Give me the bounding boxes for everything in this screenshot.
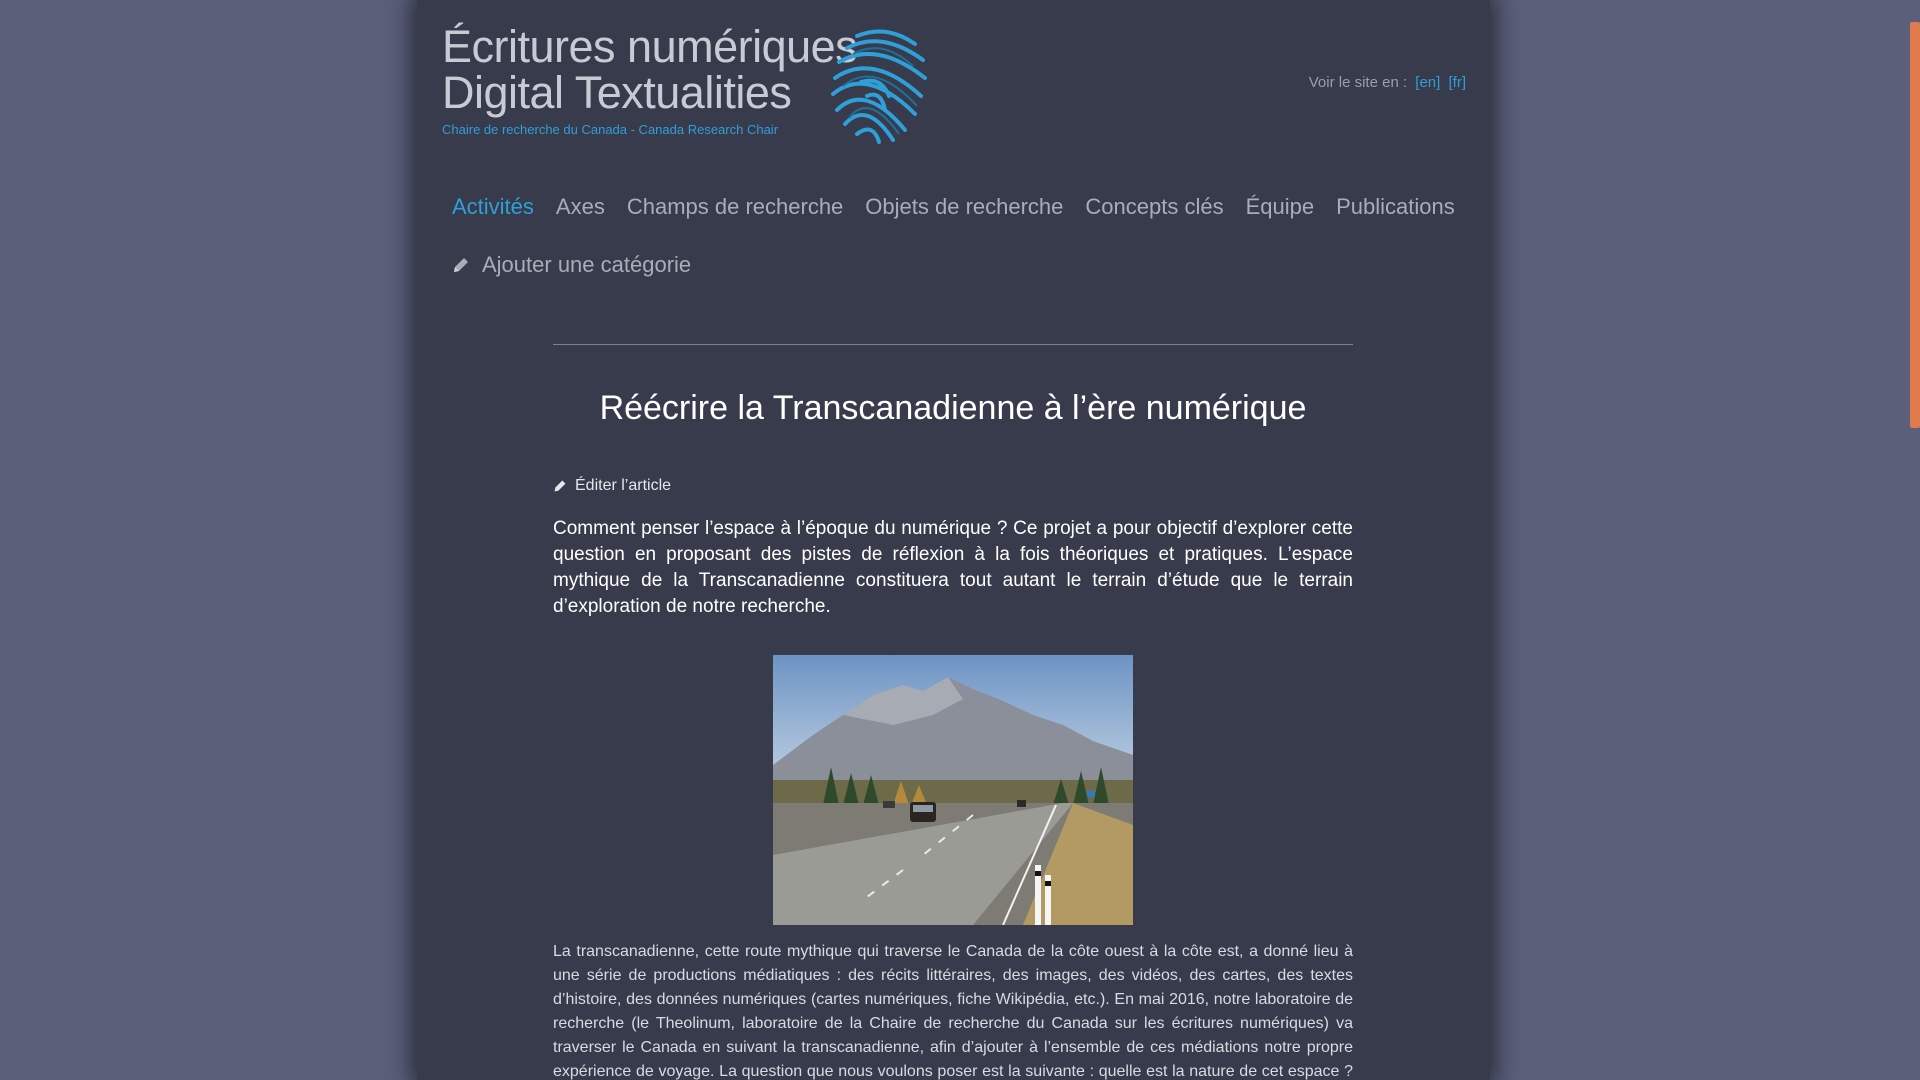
lang-en-link[interactable]: [en] — [1415, 74, 1440, 91]
article-title: Réécrire la Transcanadienne à l’ère numé… — [599, 389, 1307, 427]
edit-article-label: Éditer l’article — [575, 477, 672, 494]
logo-title-en: Digital Textualities — [442, 67, 792, 118]
article-image — [773, 655, 1133, 925]
highway-mountain-photo — [773, 655, 1133, 925]
main-nav: Activités Axes Champs de recherche Objet… — [452, 194, 1455, 220]
edit-article-link[interactable]: Éditer l’article — [553, 477, 671, 495]
nav-item-publications[interactable]: Publications — [1336, 194, 1455, 220]
nav-item-activites[interactable]: Activités — [452, 194, 534, 220]
article-body: La transcanadienne, cette route mythique… — [553, 943, 1353, 1080]
pencil-icon — [454, 258, 468, 272]
language-label: Voir le site en : — [1308, 74, 1408, 91]
fingerprint-logo-icon — [831, 29, 927, 144]
pencil-icon — [554, 480, 566, 492]
site-logo[interactable]: Écritures numériques Digital Textualitie… — [442, 21, 858, 138]
nav-item-axes[interactable]: Axes — [556, 194, 605, 220]
content-divider — [553, 344, 1353, 345]
add-category-label: Ajouter une catégorie — [482, 252, 692, 277]
lang-fr-link[interactable]: [fr] — [1449, 74, 1467, 91]
page-container: Écritures numériques Digital Textualitie… — [417, 0, 1490, 1080]
article-lead: Comment penser l’espace à l’époque du nu… — [553, 518, 1353, 617]
nav-item-objets[interactable]: Objets de recherche — [865, 194, 1063, 220]
language-switcher: Voir le site en : [en] [fr] — [1309, 74, 1466, 91]
logo-title-fr: Écritures numériques — [442, 21, 858, 72]
logo-subtitle: Chaire de recherche du Canada - Canada R… — [442, 122, 779, 137]
nav-item-equipe[interactable]: Équipe — [1246, 194, 1315, 220]
add-category-link[interactable]: Ajouter une catégorie — [452, 252, 691, 278]
nav-item-concepts[interactable]: Concepts clés — [1085, 194, 1223, 220]
nav-item-champs[interactable]: Champs de recherche — [627, 194, 843, 220]
scrollbar[interactable] — [1910, 0, 1920, 1080]
scrollbar-thumb[interactable] — [1910, 22, 1920, 428]
